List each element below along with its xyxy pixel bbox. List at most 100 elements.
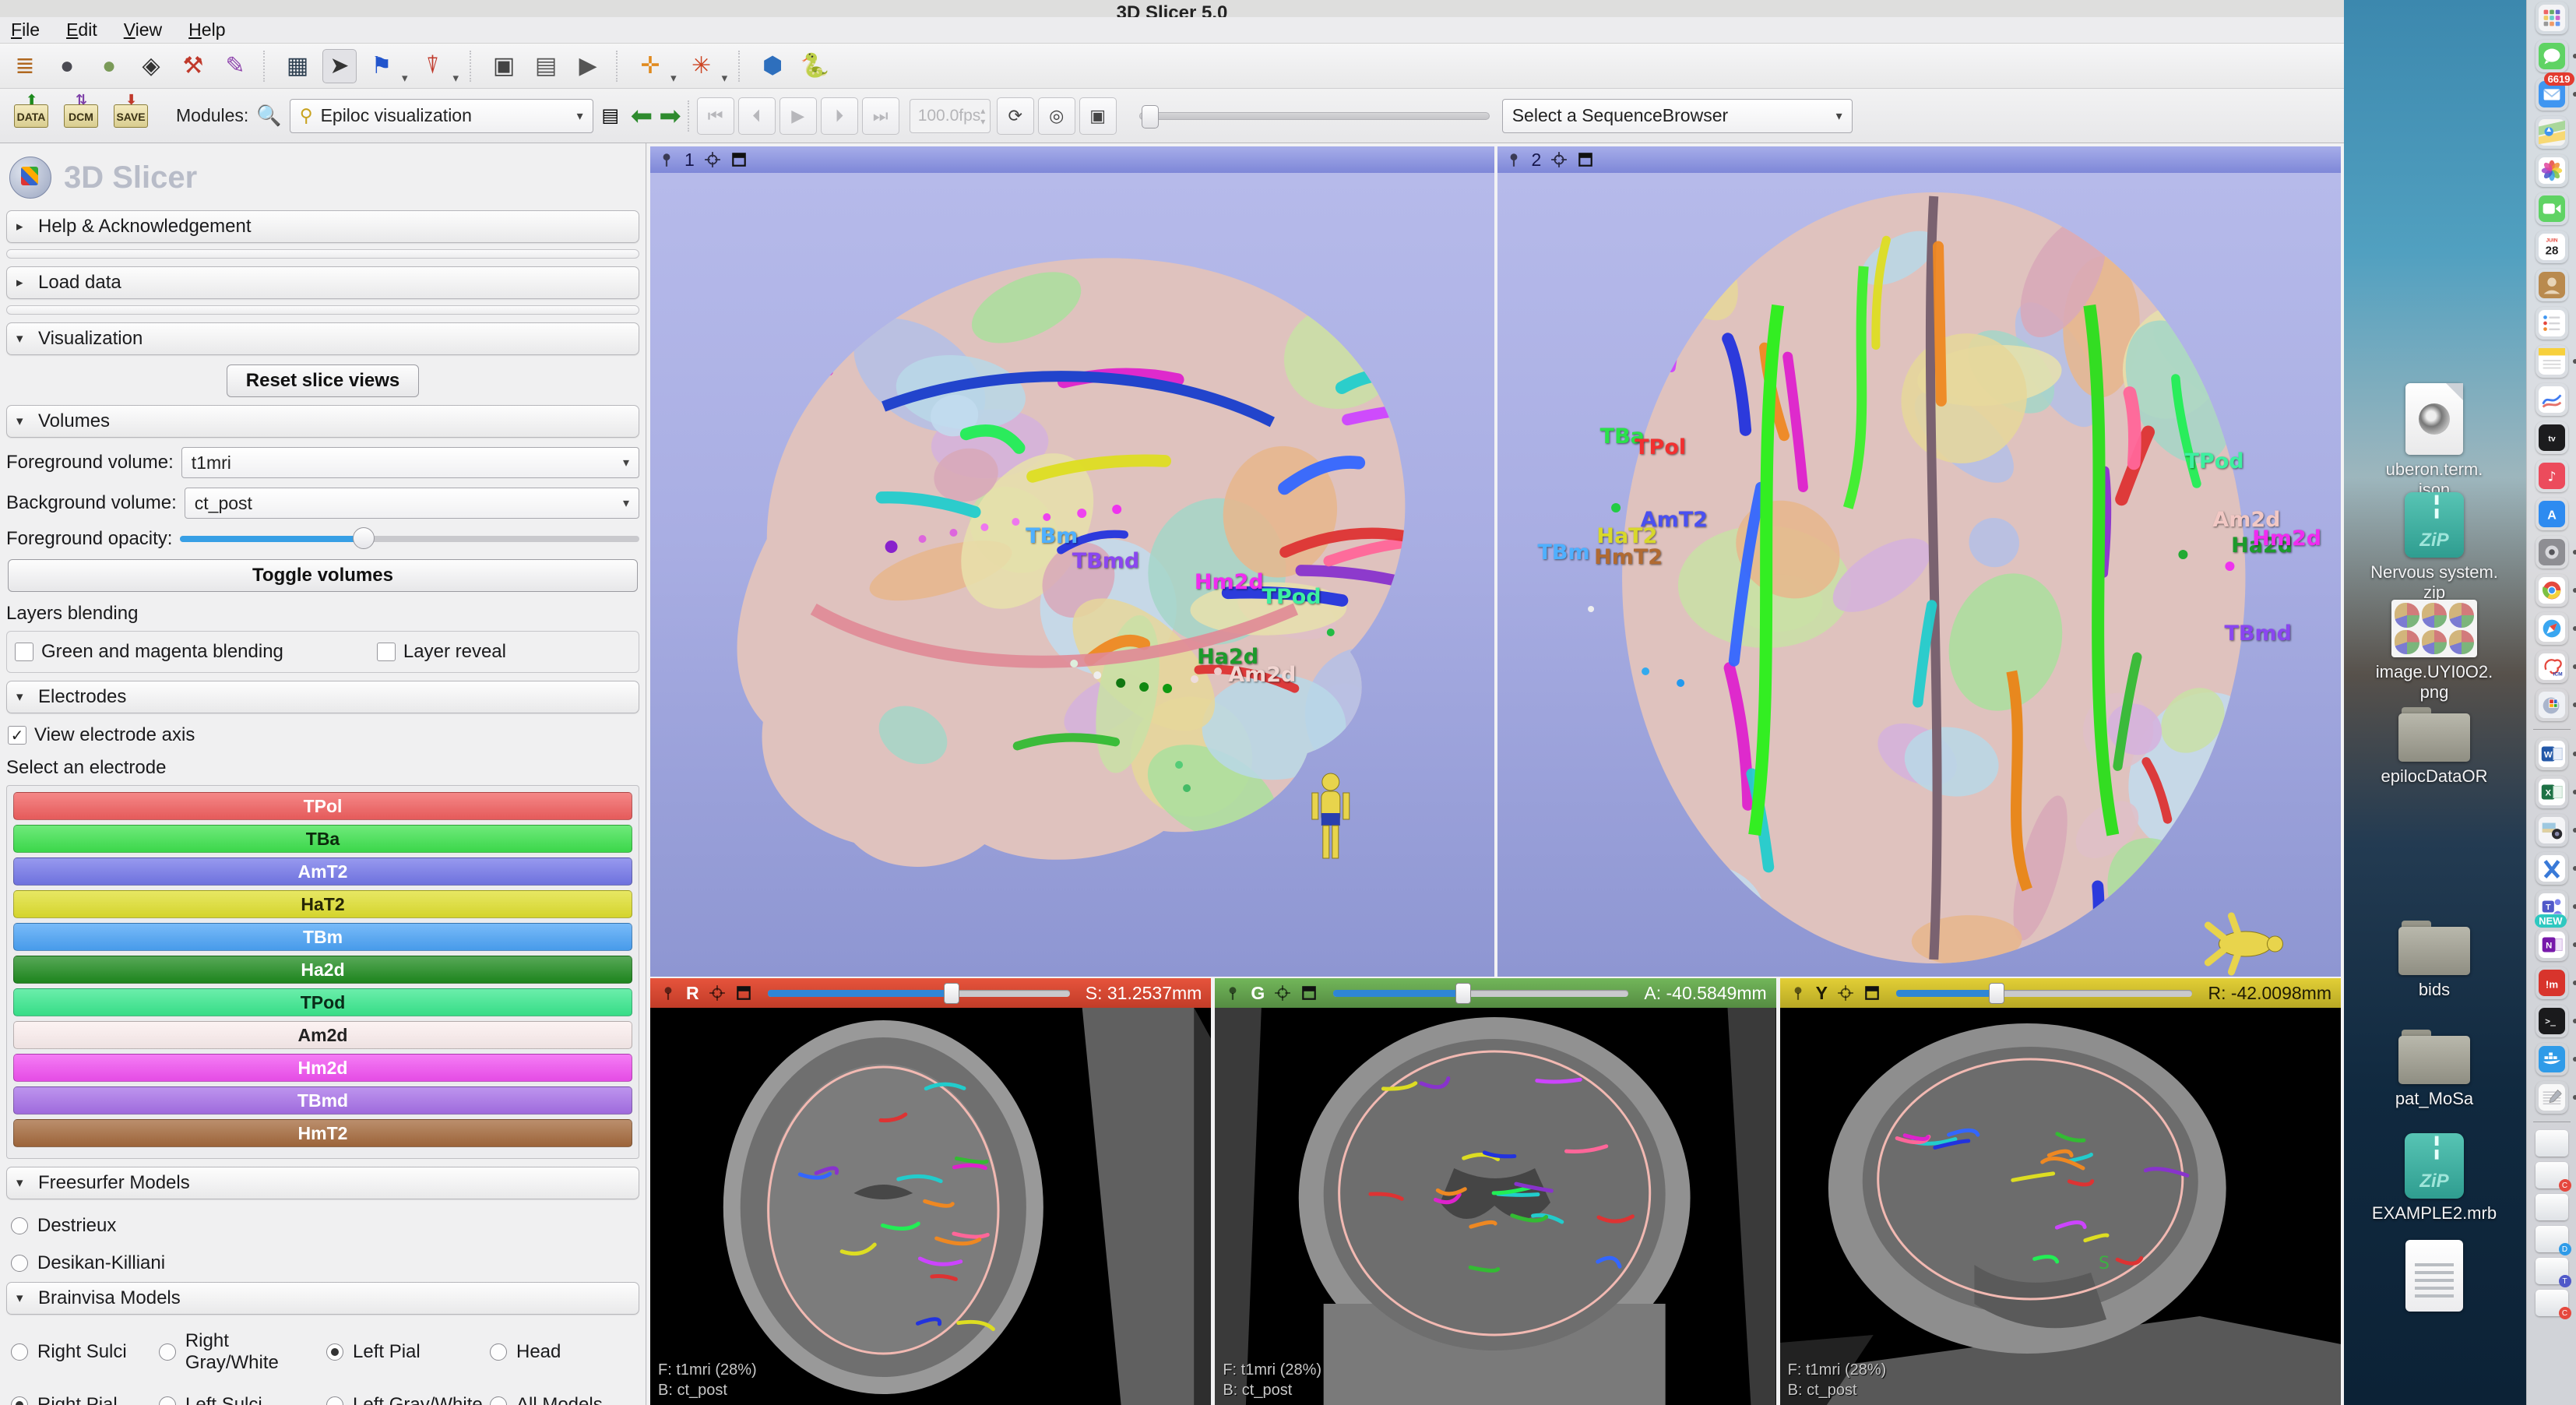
threed-view-2[interactable]: 2 TBaTPolAmT2HaT2TBmHmT2TPodAm2dHa2dHm2d…	[1497, 146, 2342, 977]
sequence-last-button[interactable]: ⏭	[862, 97, 899, 135]
sequence-previous-button[interactable]: ⏴	[738, 97, 776, 135]
dock-reminders[interactable]	[2536, 307, 2568, 340]
crosshair-icon[interactable]	[1837, 984, 1854, 1002]
electrode-button-tba[interactable]: TBa	[13, 825, 632, 853]
dock-mendeley[interactable]: !m	[2536, 967, 2568, 999]
data-module-icon[interactable]: ●	[50, 49, 84, 83]
slice-view-g[interactable]: GA: -40.5849mmF: t1mri (28%)B: ct_post	[1215, 978, 1775, 1405]
electrode-button-hat2[interactable]: HaT2	[13, 890, 632, 918]
chevron-down-icon[interactable]: ▾	[722, 71, 728, 88]
slice-image-coronal[interactable]	[1215, 1008, 1775, 1405]
threed-canvas-1[interactable]	[650, 173, 1494, 977]
dock-icm[interactable]: ICM	[2536, 650, 2568, 683]
desktop-file-example2-mrb[interactable]: ZiPEXAMPLE2.mrb	[2344, 1133, 2525, 1224]
slice-view-y[interactable]: YR: -42.0098mmSF: t1mri (28%)B: ct_post	[1780, 978, 2341, 1405]
desktop-file-uberon-term-[interactable]: uberon.term.json	[2344, 383, 2525, 500]
extensions-manager-icon[interactable]: ⬢	[755, 49, 790, 83]
slider-handle[interactable]	[944, 983, 959, 1004]
radio-head[interactable]: Head	[490, 1330, 639, 1374]
module-search-icon[interactable]: 🔍	[256, 104, 281, 128]
dock-photo-booth[interactable]	[2536, 814, 2568, 847]
dock-music[interactable]: ♪	[2536, 460, 2568, 492]
dock-app-store[interactable]: A	[2536, 498, 2568, 530]
slider-handle[interactable]	[1989, 983, 2004, 1004]
dicom-button[interactable]: DCM⇅	[59, 95, 103, 137]
radio-left-sulci[interactable]: Left Sulci	[159, 1394, 326, 1405]
green-magenta-checkbox[interactable]: Green and magenta blending	[15, 641, 283, 663]
pin-icon[interactable]	[658, 151, 675, 168]
desktop-file-document[interactable]	[2344, 1240, 2525, 1312]
electrode-button-tpol[interactable]: TPol	[13, 792, 632, 820]
dock-contacts[interactable]	[2536, 269, 2568, 301]
sequence-next-button[interactable]: ⏵	[821, 97, 858, 135]
crosshair-icon[interactable]	[1274, 984, 1291, 1002]
radio-destrieux[interactable]: Destrieux	[11, 1215, 639, 1237]
chevron-down-icon[interactable]: ▾	[453, 71, 459, 88]
dock-excel[interactable]: X	[2536, 776, 2568, 808]
slice-image-sagittal[interactable]: S	[1780, 1008, 2341, 1405]
dock-docker[interactable]	[2536, 1043, 2568, 1076]
dock-teams[interactable]: TNEW	[2536, 890, 2568, 923]
radio-desikan-killiani[interactable]: Desikan-Killiani	[11, 1252, 639, 1274]
place-markup-icon[interactable]: ⍒	[416, 49, 450, 83]
dock-facetime[interactable]	[2536, 192, 2568, 225]
crosshair-icon[interactable]	[704, 151, 721, 168]
sequence-first-button[interactable]: ⏮	[697, 97, 734, 135]
threed-canvas-2[interactable]	[1497, 173, 2342, 977]
crosshair-icon[interactable]	[1550, 151, 1568, 168]
sequence-snapshot-button[interactable]: ▣	[1079, 97, 1117, 135]
dock-xquartz[interactable]	[2536, 852, 2568, 885]
dock-minimized-window-teams[interactable]: T	[2536, 1258, 2568, 1284]
menu-file[interactable]: File	[11, 19, 40, 40]
section-freesurfer[interactable]: ▾Freesurfer Models	[6, 1167, 639, 1199]
slice-offset-slider[interactable]	[768, 990, 1070, 997]
electrode-button-am2d[interactable]: Am2d	[13, 1021, 632, 1049]
dock-minimized-document[interactable]	[2536, 1130, 2568, 1157]
module-forward-button[interactable]: ➡	[659, 100, 681, 132]
slider-handle[interactable]	[1455, 983, 1471, 1004]
slice-view-r[interactable]: RS: 31.2537mmF: t1mri (28%)B: ct_post	[650, 978, 1211, 1405]
sequence-loop-button[interactable]: ⟳	[997, 97, 1034, 135]
models-module-icon[interactable]: ◈	[134, 49, 168, 83]
pin-icon[interactable]	[1505, 151, 1522, 168]
radio-left-pial[interactable]: Left Pial	[326, 1330, 490, 1374]
layer-reveal-checkbox[interactable]: Layer reveal	[377, 641, 506, 663]
sequence-record-button[interactable]: ◎	[1038, 97, 1075, 135]
maximize-view-icon[interactable]	[1863, 984, 1881, 1002]
maximize-view-icon[interactable]	[1300, 984, 1318, 1002]
electrode-button-tbmd[interactable]: TBmd	[13, 1086, 632, 1114]
module-selector[interactable]: ⚲ Epiloc visualization ▾	[290, 99, 593, 133]
section-load-data[interactable]: ▸Load data	[6, 266, 639, 299]
layout-selector-icon[interactable]: ▦	[280, 49, 315, 83]
module-history-icon[interactable]: ▤	[593, 99, 628, 133]
toggle-volumes-button[interactable]: Toggle volumes	[8, 559, 638, 592]
menu-view[interactable]: View	[124, 19, 162, 40]
fg-volume-selector[interactable]: t1mri ▾	[181, 447, 639, 478]
reset-slice-views-button[interactable]: Reset slice views	[227, 364, 419, 397]
subject-hierarchy-icon[interactable]: ≣	[8, 49, 42, 83]
dock-terminal[interactable]: >_	[2536, 1005, 2568, 1037]
radio-right-pial[interactable]: Right Pial	[11, 1394, 159, 1405]
dock-system-settings[interactable]	[2536, 536, 2568, 569]
desktop-file-nervous-system-[interactable]: ZiPNervous system.zip	[2344, 492, 2525, 603]
radio-all-models[interactable]: All Models	[490, 1394, 639, 1405]
radio-right-sulci[interactable]: Right Sulci	[11, 1330, 159, 1374]
python-console-icon[interactable]: 🐍	[797, 49, 832, 83]
dock-launchpad[interactable]	[2536, 2, 2568, 34]
maximize-view-icon[interactable]	[730, 151, 748, 168]
module-back-button[interactable]: ⬅	[631, 100, 653, 132]
radio-right-gray-white[interactable]: Right Gray/White	[159, 1330, 326, 1374]
section-electrodes[interactable]: ▾Electrodes	[6, 681, 639, 713]
dock-notes[interactable]	[2536, 345, 2568, 378]
volumes-module-icon[interactable]: ●	[92, 49, 126, 83]
dock-onenote[interactable]: N	[2536, 928, 2568, 961]
slice-image-axial[interactable]	[650, 1008, 1211, 1405]
fg-opacity-slider[interactable]	[180, 536, 639, 542]
fps-spinbox[interactable]: 100.0fps ▴▾	[910, 99, 991, 133]
crosshair-icon[interactable]: ✛	[633, 49, 667, 83]
slice-offset-slider[interactable]	[1333, 990, 1628, 997]
desktop-file-bids[interactable]: bids	[2344, 921, 2525, 1000]
dock-calendar[interactable]: JUIN28	[2536, 231, 2568, 263]
dock-photos[interactable]	[2536, 154, 2568, 187]
electrode-button-hmt2[interactable]: HmT2	[13, 1119, 632, 1147]
